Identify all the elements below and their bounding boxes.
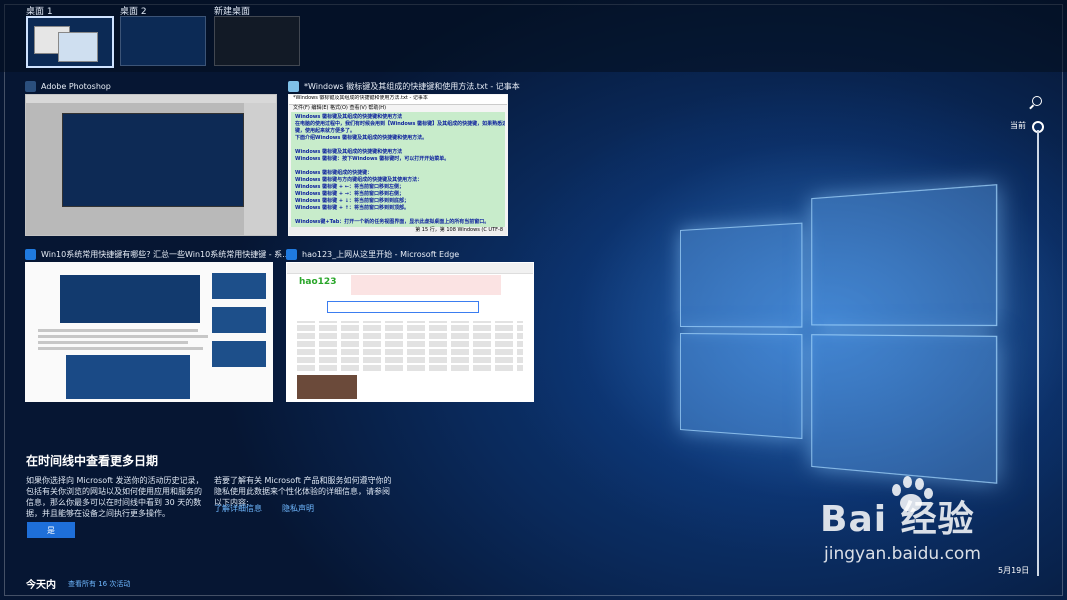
window-title-text: Adobe Photoshop	[41, 81, 111, 91]
timeline-info-paragraph-1: 如果你选择向 Microsoft 发送你的活动历史记录，包括有关你浏览的网站以及…	[26, 476, 204, 518]
new-desktop-button[interactable]	[214, 16, 300, 66]
yes-button[interactable]: 是	[27, 522, 75, 538]
notepad-statusbar: 第 15 行，第 108 Windows (C UTF-8	[289, 227, 507, 235]
edge-icon	[286, 248, 297, 260]
window-thumbnail	[25, 94, 277, 236]
timeline-date-label: 5月19日	[998, 566, 1030, 575]
today-section-label: 今天内	[26, 580, 56, 591]
desktop-2-thumbnail[interactable]	[120, 16, 206, 66]
virtual-desktops-bar: 桌面 1 桌面 2 新建桌面	[0, 0, 1067, 72]
edge-icon	[25, 248, 36, 260]
photoshop-icon	[25, 80, 36, 92]
window-card-title: Win10系统常用快捷键有哪些? 汇总一些Win10系统常用快捷键 - 系...	[25, 246, 290, 262]
window-title-text: Win10系统常用快捷键有哪些? 汇总一些Win10系统常用快捷键 - 系...	[41, 249, 290, 259]
notepad-titlebar: *Windows 徽标键及其组成的快捷键和使用方法.txt - 记事本	[289, 95, 507, 105]
timeline-scrollbar[interactable]	[1037, 130, 1039, 576]
window-thumbnail: *Windows 徽标键及其组成的快捷键和使用方法.txt - 记事本 文件(F…	[288, 94, 508, 236]
desktop-1-thumbnail[interactable]	[26, 16, 114, 68]
window-card-title: hao123_上网从这里开始 - Microsoft Edge	[286, 246, 459, 262]
window-thumbnail	[25, 262, 273, 402]
window-title-text: hao123_上网从这里开始 - Microsoft Edge	[302, 249, 460, 259]
window-card-photoshop[interactable]: Adobe Photoshop	[25, 78, 277, 236]
window-card-edge-hao123[interactable]: hao123_上网从这里开始 - Microsoft Edge hao123	[286, 246, 534, 404]
window-card-title: Adobe Photoshop	[25, 78, 111, 94]
privacy-statement-link[interactable]: 隐私声明	[282, 503, 314, 514]
window-thumbnail: hao123	[286, 262, 534, 402]
notepad-text: Windows 徽标键及其组成的快捷键和使用方法 在电脑的使用过程中，我们有时候…	[291, 112, 505, 227]
baidu-jingyan-watermark: Bai 经验 jingyan.baidu.com	[820, 499, 981, 564]
window-card-title: *Windows 徽标键及其组成的快捷键和使用方法.txt - 记事本	[288, 78, 520, 94]
window-card-notepad[interactable]: *Windows 徽标键及其组成的快捷键和使用方法.txt - 记事本 *Win…	[288, 78, 520, 236]
timeline-info-title: 在时间线中查看更多日期	[26, 454, 159, 468]
notepad-icon	[288, 80, 299, 92]
search-icon[interactable]	[1032, 96, 1042, 106]
timeline-now-label: 当前	[1010, 121, 1026, 130]
learn-more-link[interactable]: 了解详细信息	[214, 503, 262, 514]
window-card-edge-article[interactable]: Win10系统常用快捷键有哪些? 汇总一些Win10系统常用快捷键 - 系...	[25, 246, 290, 404]
view-all-activities-link[interactable]: 查看所有 16 次活动	[68, 579, 130, 589]
window-title-text: *Windows 徽标键及其组成的快捷键和使用方法.txt - 记事本	[304, 81, 520, 91]
